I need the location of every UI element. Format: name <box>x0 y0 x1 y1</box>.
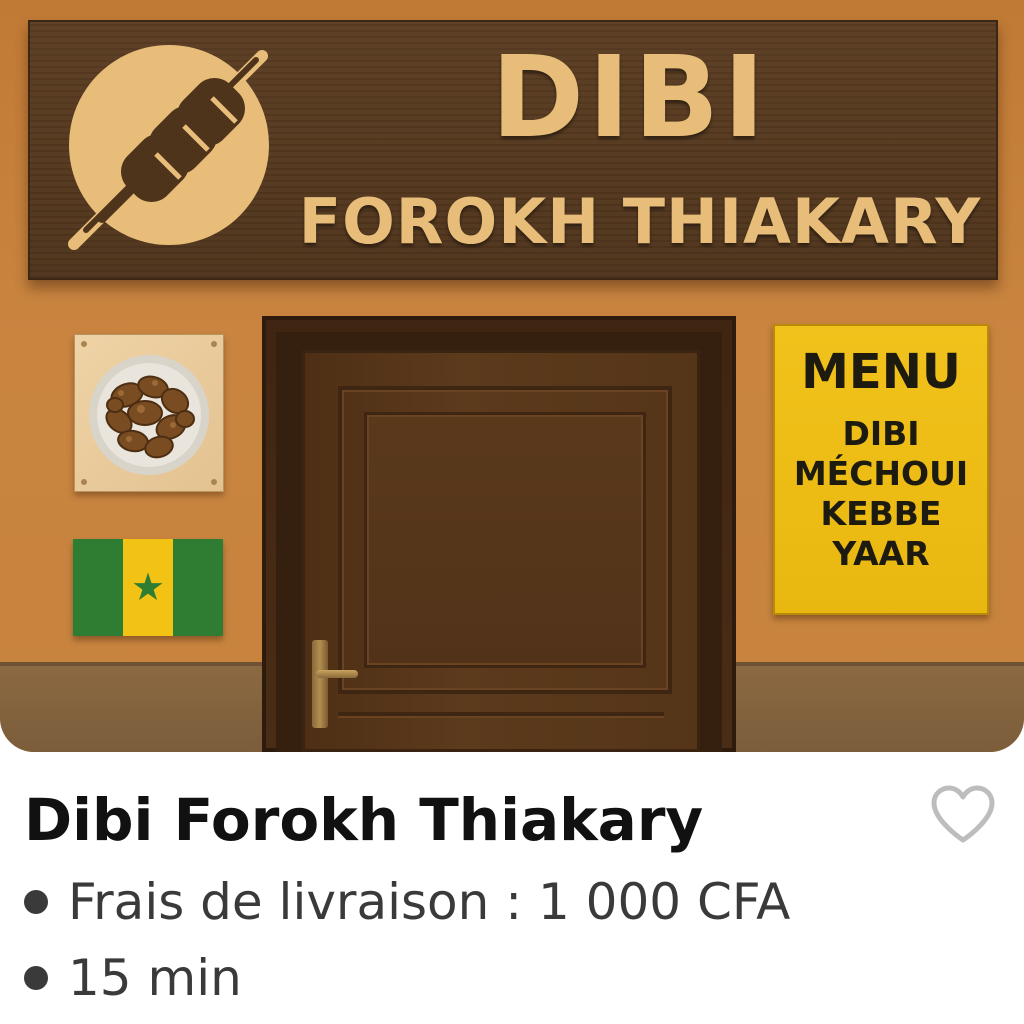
bullet-icon <box>24 890 48 914</box>
menu-items: DIBI MÉCHOUI KEBBE YAAR <box>775 414 987 574</box>
delivery-time-row: 15 min <box>24 946 1004 1010</box>
star-icon: ★ <box>130 564 166 609</box>
restaurant-image[interactable]: DIBI FOROKH THIAKARY ★ MENU DIBI MÉCHOUI… <box>0 0 1024 752</box>
menu-board: MENU DIBI MÉCHOUI KEBBE YAAR <box>773 324 989 615</box>
skewer-icon <box>68 45 269 250</box>
menu-title: MENU <box>801 344 961 400</box>
door-handle-icon <box>316 670 358 678</box>
food-plaque <box>74 334 224 492</box>
delivery-fee: Frais de livraison : 1 000 CFA <box>68 873 791 931</box>
storefront-sign: DIBI FOROKH THIAKARY <box>28 20 998 280</box>
bullet-icon <box>24 966 48 990</box>
favorite-button[interactable] <box>926 780 1000 850</box>
door-handle-plate <box>312 640 328 728</box>
restaurant-name[interactable]: Dibi Forokh Thiakary <box>24 782 884 858</box>
menu-item: YAAR <box>832 534 930 573</box>
grilled-meat-plate-icon <box>89 355 209 475</box>
door-panel <box>338 386 672 694</box>
delivery-fee-row: Frais de livraison : 1 000 CFA <box>24 870 1004 934</box>
menu-item: DIBI <box>842 414 920 453</box>
menu-item: MÉCHOUI <box>793 454 969 493</box>
sign-title: DIBI <box>491 33 769 163</box>
menu-item: KEBBE <box>820 494 942 533</box>
delivery-time: 15 min <box>68 949 242 1007</box>
heart-outline-icon[interactable] <box>930 785 996 845</box>
door-rail <box>338 712 664 752</box>
restaurant-card[interactable]: DIBI FOROKH THIAKARY ★ MENU DIBI MÉCHOUI… <box>0 0 1024 1024</box>
sign-subtitle: FOROKH THIAKARY <box>298 185 982 258</box>
door <box>302 350 700 752</box>
senegal-flag-icon: ★ <box>73 539 223 636</box>
